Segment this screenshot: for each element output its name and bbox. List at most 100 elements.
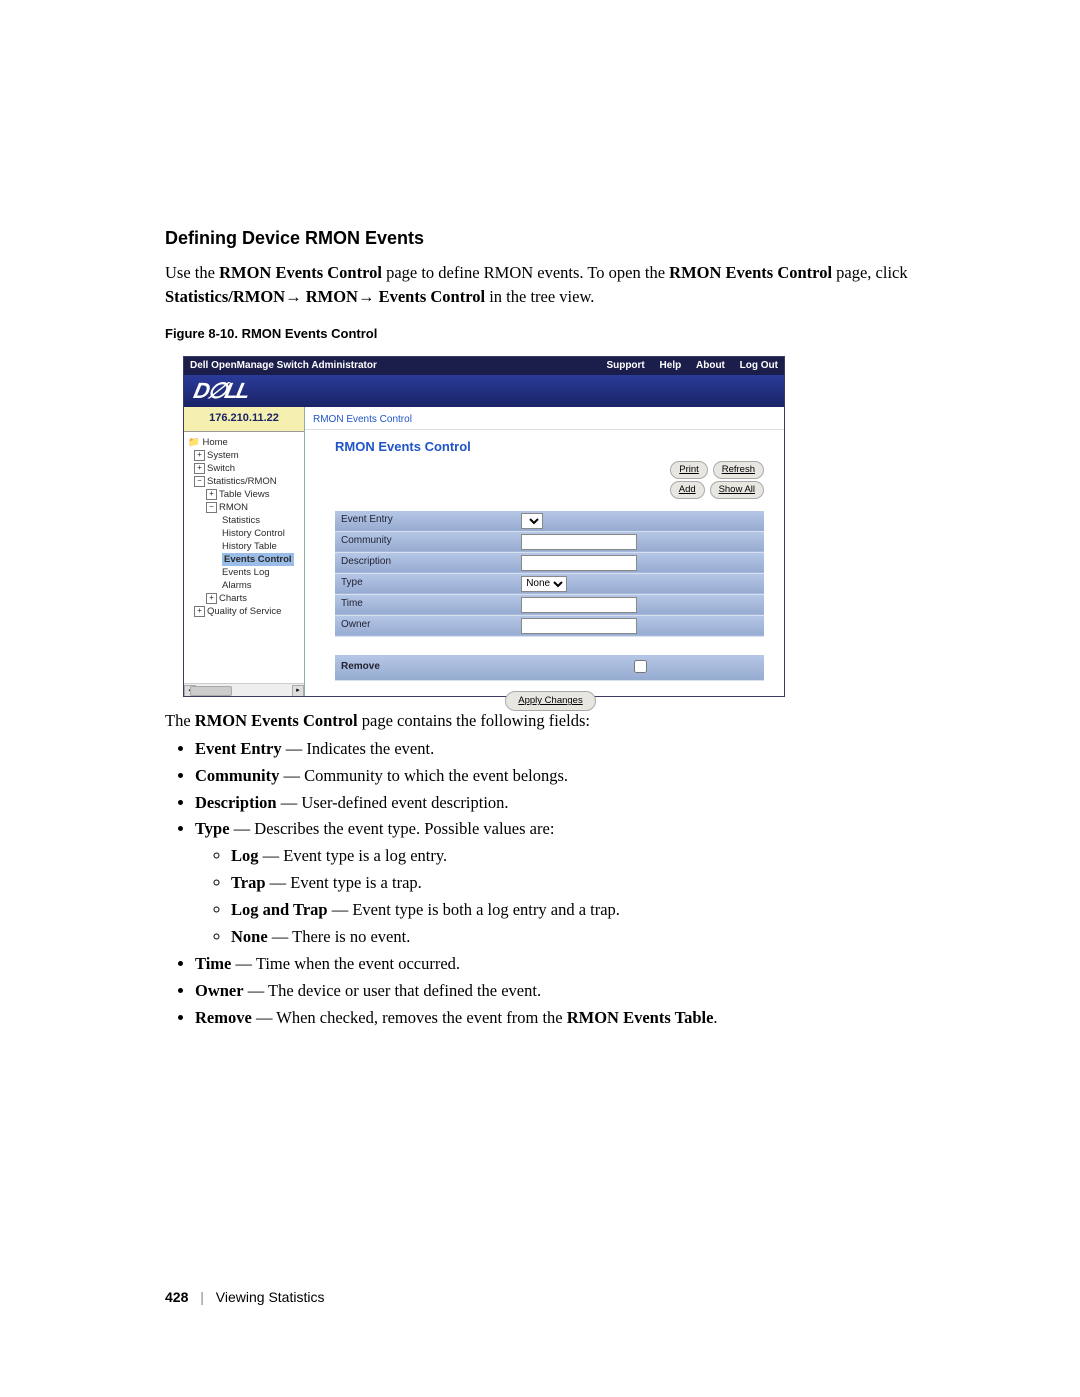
- intro-bold-2: RMON Events Control: [669, 263, 832, 282]
- text: The: [165, 711, 195, 730]
- page-title: RMON Events Control: [335, 438, 764, 457]
- type-options-list: Log — Event type is a log entry. Trap — …: [213, 844, 920, 949]
- field-name: Remove: [195, 1008, 252, 1027]
- showall-button[interactable]: Show All: [710, 481, 764, 499]
- label-time: Time: [335, 594, 515, 615]
- field-desc: — Describes the event type. Possible val…: [230, 819, 555, 838]
- label-remove: Remove: [335, 655, 515, 681]
- type-select[interactable]: None: [521, 576, 567, 592]
- page-number: 428: [165, 1289, 188, 1305]
- nav-about[interactable]: About: [696, 360, 725, 371]
- label-event-entry: Event Entry: [335, 511, 515, 532]
- collapse-icon[interactable]: −: [206, 502, 217, 513]
- table-row: Description: [335, 552, 764, 573]
- field-name: Trap: [231, 873, 266, 892]
- expand-icon[interactable]: +: [194, 450, 205, 461]
- nav-help[interactable]: Help: [660, 360, 682, 371]
- footer-divider: |: [200, 1289, 204, 1305]
- remove-checkbox[interactable]: [634, 660, 647, 673]
- community-input[interactable]: [521, 534, 637, 550]
- table-row: Community: [335, 531, 764, 552]
- list-item: Log — Event type is a log entry.: [231, 844, 920, 868]
- footer-section: Viewing Statistics: [216, 1289, 325, 1305]
- list-item: Owner — The device or user that defined …: [195, 979, 920, 1003]
- list-item: Log and Trap — Event type is both a log …: [231, 898, 920, 922]
- apply-changes-button[interactable]: Apply Changes: [505, 691, 595, 711]
- tree-system[interactable]: System: [207, 450, 239, 461]
- form-table: Event Entry Community Description TypeNo…: [335, 511, 764, 682]
- expand-icon[interactable]: +: [194, 463, 205, 474]
- nav-logout[interactable]: Log Out: [740, 360, 778, 371]
- intro-text: Use the: [165, 263, 219, 282]
- field-desc: — When checked, removes the event from t…: [252, 1008, 567, 1027]
- scroll-right-icon[interactable]: ▸: [292, 685, 304, 696]
- event-entry-select[interactable]: [521, 513, 543, 529]
- intro-bold-5: Events Control: [379, 287, 486, 306]
- tree-events-control[interactable]: Events Control: [222, 553, 294, 566]
- sidebar-scrollbar[interactable]: ◂ ▸: [184, 683, 304, 696]
- field-desc: — Indicates the event.: [282, 739, 435, 758]
- intro-text: page, click: [832, 263, 908, 282]
- field-name: Description: [195, 793, 277, 812]
- list-item: Event Entry — Indicates the event.: [195, 737, 920, 761]
- app-title: Dell OpenManage Switch Administrator: [190, 359, 377, 374]
- print-button[interactable]: Print: [670, 461, 708, 479]
- expand-icon[interactable]: +: [194, 606, 205, 617]
- field-desc: — Event type is both a log entry and a t…: [328, 900, 620, 919]
- table-row: Time: [335, 594, 764, 615]
- tree-events-log[interactable]: Events Log: [222, 567, 270, 578]
- field-name: Event Entry: [195, 739, 282, 758]
- nav-support[interactable]: Support: [606, 360, 644, 371]
- tree-alarms[interactable]: Alarms: [222, 580, 252, 591]
- label-owner: Owner: [335, 615, 515, 636]
- label-description: Description: [335, 552, 515, 573]
- list-item: Trap — Event type is a trap.: [231, 871, 920, 895]
- tree-rmon[interactable]: RMON: [219, 502, 248, 513]
- collapse-icon[interactable]: −: [194, 476, 205, 487]
- tree-switch[interactable]: Switch: [207, 463, 235, 474]
- field-name: RMON Events Table: [567, 1008, 714, 1027]
- list-item: Time — Time when the event occurred.: [195, 952, 920, 976]
- table-row: TypeNone: [335, 573, 764, 594]
- dell-logo: D∅LL: [191, 375, 252, 407]
- sidebar: 176.210.11.22 📁 Home +System +Switch −St…: [184, 407, 305, 696]
- text: page contains the following fields:: [358, 711, 590, 730]
- field-name: None: [231, 927, 268, 946]
- description-input[interactable]: [521, 555, 637, 571]
- field-desc: — Community to which the event belongs.: [279, 766, 568, 785]
- screenshot: Dell OpenManage Switch Administrator Sup…: [183, 356, 785, 697]
- table-row: Event Entry: [335, 511, 764, 532]
- expand-icon[interactable]: +: [206, 593, 217, 604]
- breadcrumb: RMON Events Control: [305, 407, 784, 431]
- expand-icon[interactable]: +: [206, 489, 217, 500]
- tree-tableviews[interactable]: Table Views: [219, 489, 270, 500]
- time-input[interactable]: [521, 597, 637, 613]
- text-bold: RMON Events Control: [195, 711, 358, 730]
- label-community: Community: [335, 531, 515, 552]
- tree-charts[interactable]: Charts: [219, 593, 247, 604]
- tree-qos[interactable]: Quality of Service: [207, 606, 281, 617]
- page-footer: 428 | Viewing Statistics: [165, 1287, 324, 1307]
- tree-statistics[interactable]: Statistics: [222, 515, 260, 526]
- field-name: Log and Trap: [231, 900, 328, 919]
- field-desc: — Event type is a log entry.: [259, 846, 448, 865]
- tree-stats[interactable]: Statistics/RMON: [207, 476, 277, 487]
- scroll-thumb[interactable]: [190, 686, 232, 696]
- field-name: Type: [195, 819, 230, 838]
- field-list: Event Entry — Indicates the event. Commu…: [177, 737, 920, 1030]
- table-row: Remove: [335, 655, 764, 681]
- intro-bold-1: RMON Events Control: [219, 263, 382, 282]
- field-desc: — User-defined event description.: [277, 793, 509, 812]
- tree-history-control[interactable]: History Control: [222, 528, 285, 539]
- refresh-button[interactable]: Refresh: [713, 461, 764, 479]
- add-button[interactable]: Add: [670, 481, 705, 499]
- field-desc: — There is no event.: [268, 927, 411, 946]
- tree-home[interactable]: Home: [202, 437, 227, 448]
- tree-history-table[interactable]: History Table: [222, 541, 277, 552]
- list-item: None — There is no event.: [231, 925, 920, 949]
- owner-input[interactable]: [521, 618, 637, 634]
- field-desc: — Event type is a trap.: [266, 873, 422, 892]
- nav-tree[interactable]: 📁 Home +System +Switch −Statistics/RMON …: [184, 432, 304, 618]
- intro-paragraph: Use the RMON Events Control page to defi…: [165, 261, 920, 309]
- field-name: Time: [195, 954, 231, 973]
